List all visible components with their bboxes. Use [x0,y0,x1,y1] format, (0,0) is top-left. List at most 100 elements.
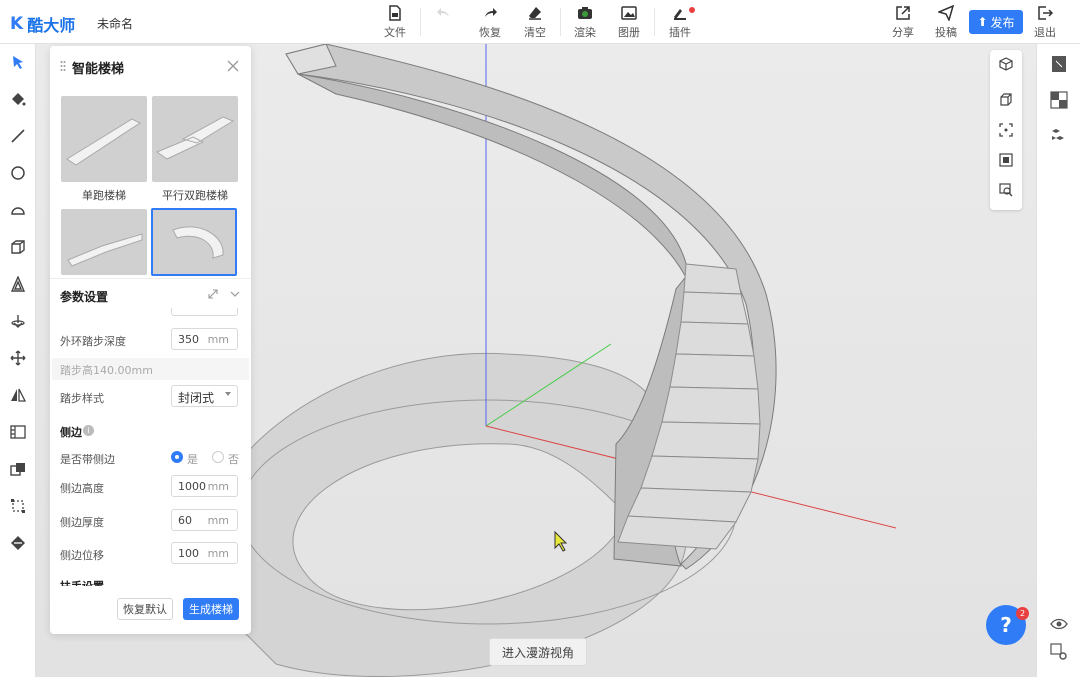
iso-cube-icon [999,57,1013,71]
reset-defaults-button[interactable]: 恢复默认 [117,598,173,620]
rotate-tool[interactable] [8,311,28,331]
array-tool[interactable] [8,422,28,442]
group-icon [10,463,25,476]
circle-tool[interactable] [8,163,28,183]
drag-handle-icon[interactable] [60,60,66,72]
caret-down-icon [225,392,231,396]
top-toolbar: K 酷大师 未命名 文件 恢复 清空 渲染 图册 插件 分享 投稿 ⬆ 发布 退… [0,0,1080,44]
outer-depth-input[interactable]: 350 mm [171,328,238,350]
cube-icon [11,240,25,254]
circle-icon [11,166,25,180]
select-tool[interactable] [8,52,28,72]
has-side-no-label: 否 [228,453,239,466]
toolbar-divider [560,8,561,36]
panel-header[interactable]: 智能楼梯 [50,46,251,86]
settings-button[interactable] [1049,642,1069,662]
view-tools-panel [990,50,1022,210]
exit-button[interactable]: 退出 [1025,5,1065,40]
plugins-notification-dot [689,7,695,13]
render-button[interactable]: 渲染 [565,5,605,40]
checker-icon [1050,91,1068,109]
has-side-no-radio[interactable] [212,451,224,463]
offset-icon [10,276,26,292]
file-menu-button[interactable]: 文件 [375,5,415,40]
logo-text: 酷大师 [27,16,76,35]
side-height-input[interactable]: 1000 mm [171,475,238,497]
side-thickness-input[interactable]: 60 mm [171,509,238,531]
has-side-yes-radio[interactable] [171,451,183,463]
paint-bucket-icon [12,93,26,106]
gallery-button[interactable]: 图册 [609,5,649,40]
close-icon[interactable] [226,59,240,73]
publish-button[interactable]: ⬆ 发布 [969,10,1023,34]
handrail-section-title: 扶手设置 [60,578,104,586]
spiral-stair-thumbnail [153,210,235,274]
template-l-shape[interactable] [61,209,147,275]
upload-icon: ⬆ [977,15,988,29]
mirror-icon [11,388,26,402]
arc-tool[interactable] [8,200,28,220]
file-icon [389,5,401,21]
move-icon [10,350,26,366]
paint-tool[interactable] [8,89,28,109]
share-button[interactable]: 分享 [883,5,923,40]
visibility-button[interactable] [1049,614,1069,634]
move-tool[interactable] [8,348,28,368]
help-notification-badge: 2 [1016,607,1029,620]
step-height-hint: 踏步高140.00mm [52,358,249,380]
chevron-down-icon[interactable] [230,290,240,298]
group-tool[interactable] [8,459,28,479]
submit-button[interactable]: 投稿 [926,5,966,40]
bounding-tool[interactable] [8,496,28,516]
side-thickness-label: 侧边厚度 [60,516,104,529]
book-icon [1052,56,1066,72]
eraser-icon [529,7,541,20]
redo-button[interactable]: 恢复 [470,5,510,40]
info-icon[interactable]: i [83,425,94,436]
app-logo[interactable]: K 酷大师 [10,12,75,36]
logo-k-icon: K [10,14,24,34]
fit-view-button[interactable] [996,120,1016,140]
template-label: 平行双跑楼梯 [162,189,228,202]
arc-icon [11,207,25,215]
default-view-button[interactable] [996,54,1016,74]
enter-roam-view-button[interactable]: 进入漫游视角 [489,638,587,666]
clear-button[interactable]: 清空 [515,5,555,40]
generate-stairs-button[interactable]: 生成楼梯 [183,598,239,620]
bounding-box-icon [11,499,25,513]
expand-icon[interactable] [208,289,218,299]
parallel-stair-thumbnail [153,97,237,181]
model-library-button[interactable] [1049,126,1069,146]
undo-icon [437,8,449,17]
box-outline-icon [1000,93,1012,106]
zoom-selected-button[interactable] [996,150,1016,170]
template-single-run[interactable] [61,96,147,182]
document-title[interactable]: 未命名 [97,15,133,32]
has-side-yes-label: 是 [187,453,198,466]
outer-depth-label: 外环踏步深度 [60,335,126,348]
side-section-title: 侧边 [60,426,82,439]
gear-icon [1050,643,1067,660]
perspective-button[interactable] [996,90,1016,110]
zoom-window-button[interactable] [996,180,1016,200]
undo-button[interactable] [424,5,464,24]
redo-icon [485,8,497,17]
push-pull-tool[interactable] [8,237,28,257]
offset-tool[interactable] [8,274,28,294]
camera-icon [578,7,592,19]
side-offset-input[interactable]: 100 mm [171,542,238,564]
plugin-icon [674,9,686,20]
params-section-header[interactable]: 参数设置 [50,278,251,308]
step-style-select[interactable]: 封闭式 [171,385,238,407]
components-panel-button[interactable] [1049,54,1069,74]
template-spiral[interactable] [151,208,237,276]
mirror-tool[interactable] [8,385,28,405]
panel-title: 智能楼梯 [72,62,125,77]
material-panel-button[interactable] [1049,90,1069,110]
toolbar-divider [420,8,421,36]
line-tool[interactable] [8,126,28,146]
material-tool[interactable] [8,533,28,553]
zoom-window-icon [999,183,1013,197]
scrolled-field[interactable] [171,308,238,316]
template-parallel-double[interactable] [152,96,238,182]
